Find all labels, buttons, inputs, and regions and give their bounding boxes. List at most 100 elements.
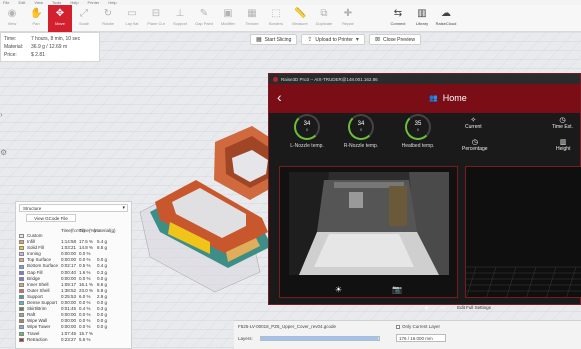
current-label: Current [465, 124, 482, 130]
toolbar-library-button[interactable]: ▥ Library [410, 5, 434, 32]
toolbar-label: RaiseCloud [435, 21, 457, 26]
l-nozzle-label: L-Nozzle temp. [290, 143, 324, 149]
color-swatch[interactable] [19, 288, 24, 293]
print-preview-panel [465, 166, 581, 298]
close-preview-button[interactable]: ⊠ Close Preview [368, 34, 421, 45]
toolbar-plane-cut-button[interactable]: ⊟ Plane Cut [144, 5, 168, 32]
window-header: ‹ 👥 Home [269, 84, 580, 113]
slice-actions: ▦ Start Slicing ⇪ Upload to Printer ▾ ⊠ Clos… [250, 34, 421, 45]
time-est-icon: ◷ [559, 117, 566, 124]
toolbar-measure-button[interactable]: 📏 Measure [288, 5, 312, 32]
current-info: ✧ Current [465, 116, 482, 130]
view-gcode-button[interactable]: View GCode File [26, 214, 76, 222]
toolbar-lay-flat-button[interactable]: ▭ Lay flat [120, 5, 144, 32]
camera-feed-image [289, 172, 449, 275]
layer-slider[interactable] [260, 336, 380, 341]
col-time: Time(h:m:s) [61, 228, 85, 233]
toolbar-label: Repair [342, 21, 354, 26]
l-nozzle-target: 0 [306, 128, 308, 132]
color-swatch[interactable] [19, 264, 24, 269]
modifier-icon: ▣ [223, 8, 233, 19]
toolbar: ◉ View ✋ Pan ✥ Move ⤢ Scale ↻ Rotate ▭ Lay flat ⊟ Pla… [0, 5, 581, 32]
heatbed-target: 0 [417, 128, 419, 132]
color-swatch[interactable] [19, 294, 24, 299]
color-swatch[interactable] [19, 240, 24, 245]
l-nozzle-ring: 34 0 [294, 114, 320, 140]
l-nozzle-gauge[interactable]: 34 0 L-Nozzle temp. [282, 114, 332, 149]
camera-icon[interactable]: 📷 [392, 285, 402, 294]
toolbar-pan-button[interactable]: ✋ Pan [24, 5, 48, 32]
toolbar-label: Rotate [102, 21, 114, 26]
color-swatch[interactable] [19, 313, 24, 318]
color-swatch[interactable] [19, 282, 24, 287]
color-swatch[interactable] [19, 307, 24, 312]
color-swatch[interactable] [19, 234, 24, 239]
color-swatch[interactable] [19, 270, 24, 275]
side-arrow-icon[interactable]: › [0, 110, 8, 120]
color-swatch[interactable] [19, 319, 24, 324]
r-nozzle-gauge[interactable]: 34 0 R-Nozzle temp. [336, 114, 386, 149]
eye-icon: ◉ [7, 8, 17, 19]
back-arrow-icon[interactable]: ‹ [277, 90, 282, 104]
toolbar-label: Plane Cut [147, 21, 165, 26]
toolbar-texture-button[interactable]: ▦ Texture [240, 5, 264, 32]
only-current-checkbox[interactable] [396, 324, 400, 329]
color-swatch[interactable] [19, 331, 24, 336]
structure-panel: Structure View GCode File Time(h:m:s) Ti… [15, 201, 132, 349]
toolbar-repair-button[interactable]: ✚ Repair [336, 5, 360, 32]
only-current-layer-option[interactable]: Only Current Layer [396, 324, 440, 329]
toolbar-label: Gap Paint [195, 21, 213, 26]
toolbar-duplicate-button[interactable]: ⧉ Duplicate [312, 5, 336, 32]
start-slicing-button[interactable]: ▦ Start Slicing [250, 34, 298, 45]
toolbar-raisecloud-button[interactable]: ☁ RaiseCloud [434, 5, 458, 32]
color-swatch[interactable] [19, 325, 24, 330]
toolbar-connect-button[interactable]: ⇆ Connect [386, 5, 410, 32]
structure-row[interactable]: Retraction 0:23:27 5.5 % [16, 337, 131, 343]
printer-control-window: Raise3D Pro3 -- AIX-TRUDER@148.001.162.8… [268, 73, 581, 305]
toolbar-borders-button[interactable]: ⬚ Borders [264, 5, 288, 32]
toolbar-label: Support [172, 21, 187, 26]
color-swatch[interactable] [19, 258, 24, 263]
height-label: Height [556, 146, 571, 152]
toolbar-scale-button[interactable]: ⤢ Scale [72, 5, 96, 32]
toolbar-move-button[interactable]: ✥ Move [48, 5, 72, 32]
upload-label: Upload to Printer [315, 36, 353, 43]
toolbar-label: Scale [78, 21, 89, 26]
toolbar-modifier-button[interactable]: ▣ Modifier [216, 5, 240, 32]
toolbar-support-button[interactable]: ⊥ Support [168, 5, 192, 32]
color-swatch[interactable] [19, 276, 24, 281]
structure-dropdown[interactable]: Structure [19, 204, 128, 212]
heatbed-ring: 35 0 [405, 114, 431, 140]
side-settings-icon[interactable]: ⚙ [0, 148, 8, 158]
support-icon: ⊥ [175, 8, 185, 19]
color-swatch[interactable] [19, 246, 24, 251]
toolbar-gap-paint-button[interactable]: ✎ Gap Paint [192, 5, 216, 32]
price-value: $ 2.81 [31, 52, 45, 58]
upload-to-printer-button[interactable]: ⇪ Upload to Printer ▾ [301, 34, 365, 45]
toolbar-label: Lay flat [125, 21, 139, 26]
r-nozzle-ring: 34 0 [348, 114, 374, 140]
window-title: Raise3D Pro3 -- AIX-TRUDER@148.001.162.8… [281, 76, 378, 82]
light-icon[interactable]: ☀ [335, 285, 342, 294]
time-est-label: Time Est. [552, 124, 573, 130]
library-icon: ▥ [417, 8, 427, 19]
color-swatch[interactable] [19, 337, 24, 342]
percentage-info: ◷ Percentage [462, 138, 488, 152]
color-swatch[interactable] [19, 301, 24, 306]
color-swatch[interactable] [19, 252, 24, 257]
lay-flat-icon: ▭ [127, 8, 137, 19]
layer-select[interactable]: 176 / 16.000 mm [396, 334, 446, 342]
r-nozzle-target: 0 [360, 128, 362, 132]
home-title-text: Home [442, 93, 467, 103]
heatbed-gauge[interactable]: 35 0 Heatbed temp. [393, 114, 443, 149]
gap-paint-icon: ✎ [199, 8, 209, 19]
close-icon: ⊠ [374, 37, 380, 43]
toolbar-label: Texture [245, 21, 259, 26]
price-label: Price: [4, 52, 17, 58]
toolbar-rotate-button[interactable]: ↻ Rotate [96, 5, 120, 32]
toolbar-label: Library [415, 21, 429, 26]
structure-cell-time: 0:23:27 [61, 336, 77, 342]
edit-full-settings-link[interactable]: Edit Full Settings [457, 305, 491, 310]
current-icon: ✧ [470, 117, 477, 124]
toolbar-view-button[interactable]: ◉ View [0, 5, 24, 32]
